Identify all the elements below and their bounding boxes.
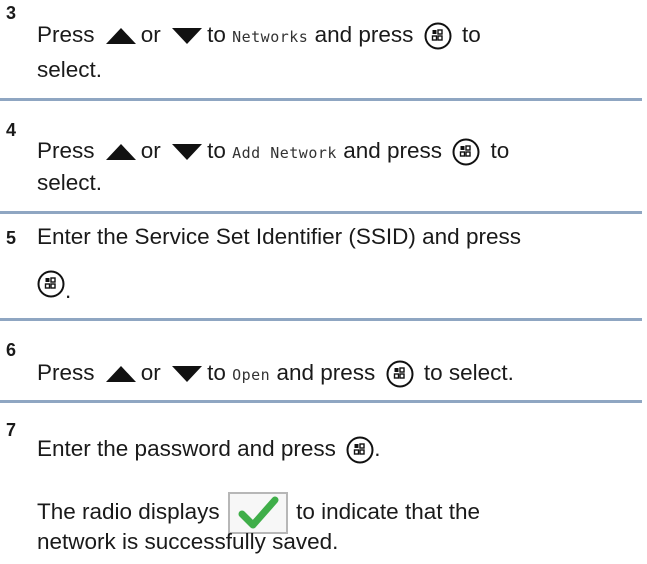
divider (0, 400, 642, 403)
menu-option-add-network: Add Network (232, 144, 337, 162)
down-arrow-icon (172, 28, 203, 45)
divider (0, 318, 642, 321)
down-arrow-icon (172, 366, 203, 383)
step-5-line-2: . (37, 268, 71, 303)
up-arrow-icon (105, 366, 136, 383)
step-number: 6 (6, 340, 17, 360)
step-5-line-1: Enter the Service Set Identifier (SSID) … (37, 224, 521, 249)
step-7-line-1: Enter the password and press . (37, 434, 380, 464)
step-3-line-2: select. (37, 57, 103, 82)
step-number: 3 (6, 3, 17, 23)
divider (0, 98, 642, 101)
menu-ok-button-icon (452, 138, 480, 166)
step-number: 7 (6, 420, 17, 440)
menu-ok-button-icon (37, 270, 65, 298)
menu-ok-button-icon (386, 360, 414, 388)
step-number: 5 (6, 228, 17, 248)
step-6-line-1: Press or to Open and press to select. (37, 358, 514, 390)
menu-option-networks: Networks (232, 28, 309, 46)
step-4-line-1: Press or to Add Network and press to (37, 136, 509, 168)
menu-option-open: Open (232, 366, 271, 384)
step-number: 4 (6, 120, 17, 140)
step-7-result-line-2: network is successfully saved. (37, 529, 339, 554)
step-3-line-1: Press or to Networks and press to (37, 20, 481, 52)
step-4-line-2: select. (37, 170, 103, 195)
menu-ok-button-icon (346, 436, 374, 464)
divider (0, 211, 642, 214)
up-arrow-icon (105, 28, 136, 45)
menu-ok-button-icon (424, 22, 452, 50)
up-arrow-icon (105, 144, 136, 161)
down-arrow-icon (172, 144, 203, 161)
